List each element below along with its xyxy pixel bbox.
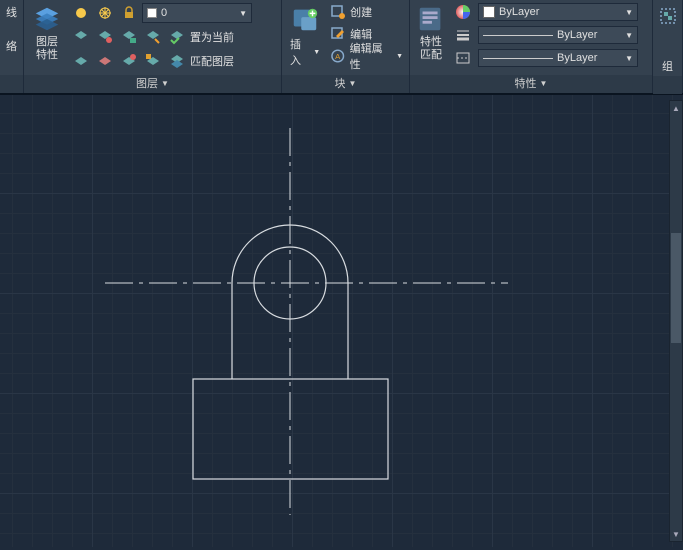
lines-panel-title: [0, 75, 23, 93]
properties-label: 特性: [420, 36, 442, 48]
drawing-content: [0, 95, 683, 547]
block-edit-icon: [330, 26, 346, 42]
properties-panel-title[interactable]: 特性▼: [410, 75, 652, 93]
layer-lock-icon[interactable]: [118, 2, 140, 24]
block-create-icon: [330, 4, 346, 20]
group-label: 组: [662, 58, 673, 74]
chevron-down-icon: ▼: [625, 8, 633, 17]
layer-tool-7[interactable]: [118, 50, 140, 72]
layer-tool-5[interactable]: [70, 50, 92, 72]
linetype-sample: [483, 58, 553, 59]
insert-block-label: 插入: [290, 36, 311, 68]
lineweight-sample: [483, 35, 553, 36]
layer-name: 0: [161, 7, 167, 19]
chevron-down-icon: ▼: [349, 79, 357, 88]
linetype-value: ByLayer: [557, 52, 597, 64]
svg-text:A: A: [335, 52, 341, 61]
chevron-down-icon: ▼: [161, 79, 169, 88]
layer-properties-label: 图层 特性: [36, 36, 58, 62]
layers-panel-title[interactable]: 图层▼: [24, 75, 281, 93]
chevron-down-icon: ▼: [313, 49, 320, 56]
layer-color-swatch: [147, 8, 157, 18]
properties-panel: 特性 匹配 ByLayer ▼ ByLayer: [410, 0, 653, 93]
block-edit-attributes-label: 编辑属性: [350, 40, 392, 72]
color-value: ByLayer: [499, 6, 539, 18]
scroll-thumb[interactable]: [671, 233, 681, 343]
lines-panel-partial: 线 络: [0, 0, 24, 93]
group-icon[interactable]: [658, 6, 678, 26]
lineweight-value: ByLayer: [557, 29, 597, 41]
layer-state-icon-1[interactable]: [70, 2, 92, 24]
linetype-icon[interactable]: [452, 47, 474, 69]
layer-tool-1[interactable]: [70, 26, 92, 48]
layer-properties-button[interactable]: 图层 特性: [28, 2, 66, 73]
make-current-icon: [168, 28, 186, 46]
linetype-dropdown[interactable]: ByLayer ▼: [478, 49, 638, 67]
attribute-icon: A: [330, 48, 345, 64]
lineweight-icon[interactable]: [452, 24, 474, 46]
properties-button[interactable]: 特性 匹配: [414, 2, 448, 73]
group-panel-partial: 组: [653, 0, 683, 93]
make-current-button[interactable]: 置为当前: [166, 27, 236, 47]
layers-stack-icon: [32, 4, 62, 34]
lines-sublabel: 络: [6, 38, 17, 54]
block-edit-attributes-button[interactable]: A 编辑属性 ▼: [328, 46, 405, 66]
chevron-down-icon: ▼: [625, 31, 633, 40]
match-layer-label: 匹配图层: [190, 53, 234, 69]
color-wheel-icon[interactable]: [452, 1, 474, 23]
vertical-scrollbar[interactable]: ▲ ▼: [669, 100, 683, 542]
match-layer-icon: [168, 52, 186, 70]
block-panel: 插入 ▼ 创建 编辑 A 编辑属性 ▼: [282, 0, 410, 93]
block-panel-title-text: 块: [335, 78, 346, 90]
properties-match-label: 匹配: [420, 49, 442, 61]
lines-label: 线: [6, 4, 17, 20]
properties-panel-title-text: 特性: [515, 78, 537, 90]
layer-tool-8[interactable]: [142, 50, 164, 72]
color-swatch: [483, 6, 495, 18]
block-panel-title[interactable]: 块▼: [282, 75, 409, 93]
layer-tool-3[interactable]: [118, 26, 140, 48]
scroll-up-arrow[interactable]: ▲: [670, 101, 682, 115]
make-current-label: 置为当前: [190, 29, 234, 45]
block-create-button[interactable]: 创建: [328, 2, 405, 22]
scroll-down-arrow[interactable]: ▼: [670, 527, 682, 541]
match-layer-button[interactable]: 匹配图层: [166, 51, 236, 71]
group-panel-title: [653, 76, 682, 94]
chevron-down-icon: ▼: [239, 9, 247, 18]
layer-tool-4[interactable]: [142, 26, 164, 48]
layer-tool-6[interactable]: [94, 50, 116, 72]
layers-panel: 图层 特性 0 ▼: [24, 0, 282, 93]
drawing-canvas[interactable]: ▲ ▼: [0, 95, 683, 547]
chevron-down-icon: ▼: [540, 79, 548, 88]
properties-palette-icon: [416, 4, 446, 34]
insert-block-icon: [290, 4, 320, 34]
layer-dropdown[interactable]: 0 ▼: [142, 3, 252, 23]
color-dropdown[interactable]: ByLayer ▼: [478, 3, 638, 21]
chevron-down-icon: ▼: [396, 53, 403, 60]
block-create-label: 创建: [350, 4, 372, 20]
lineweight-dropdown[interactable]: ByLayer ▼: [478, 26, 638, 44]
chevron-down-icon: ▼: [625, 54, 633, 63]
ribbon: 线 络 图层 特性: [0, 0, 683, 95]
layer-tool-2[interactable]: [94, 26, 116, 48]
insert-block-button[interactable]: 插入 ▼: [286, 2, 324, 73]
layer-freeze-icon[interactable]: [94, 2, 116, 24]
layers-panel-title-text: 图层: [136, 78, 158, 90]
